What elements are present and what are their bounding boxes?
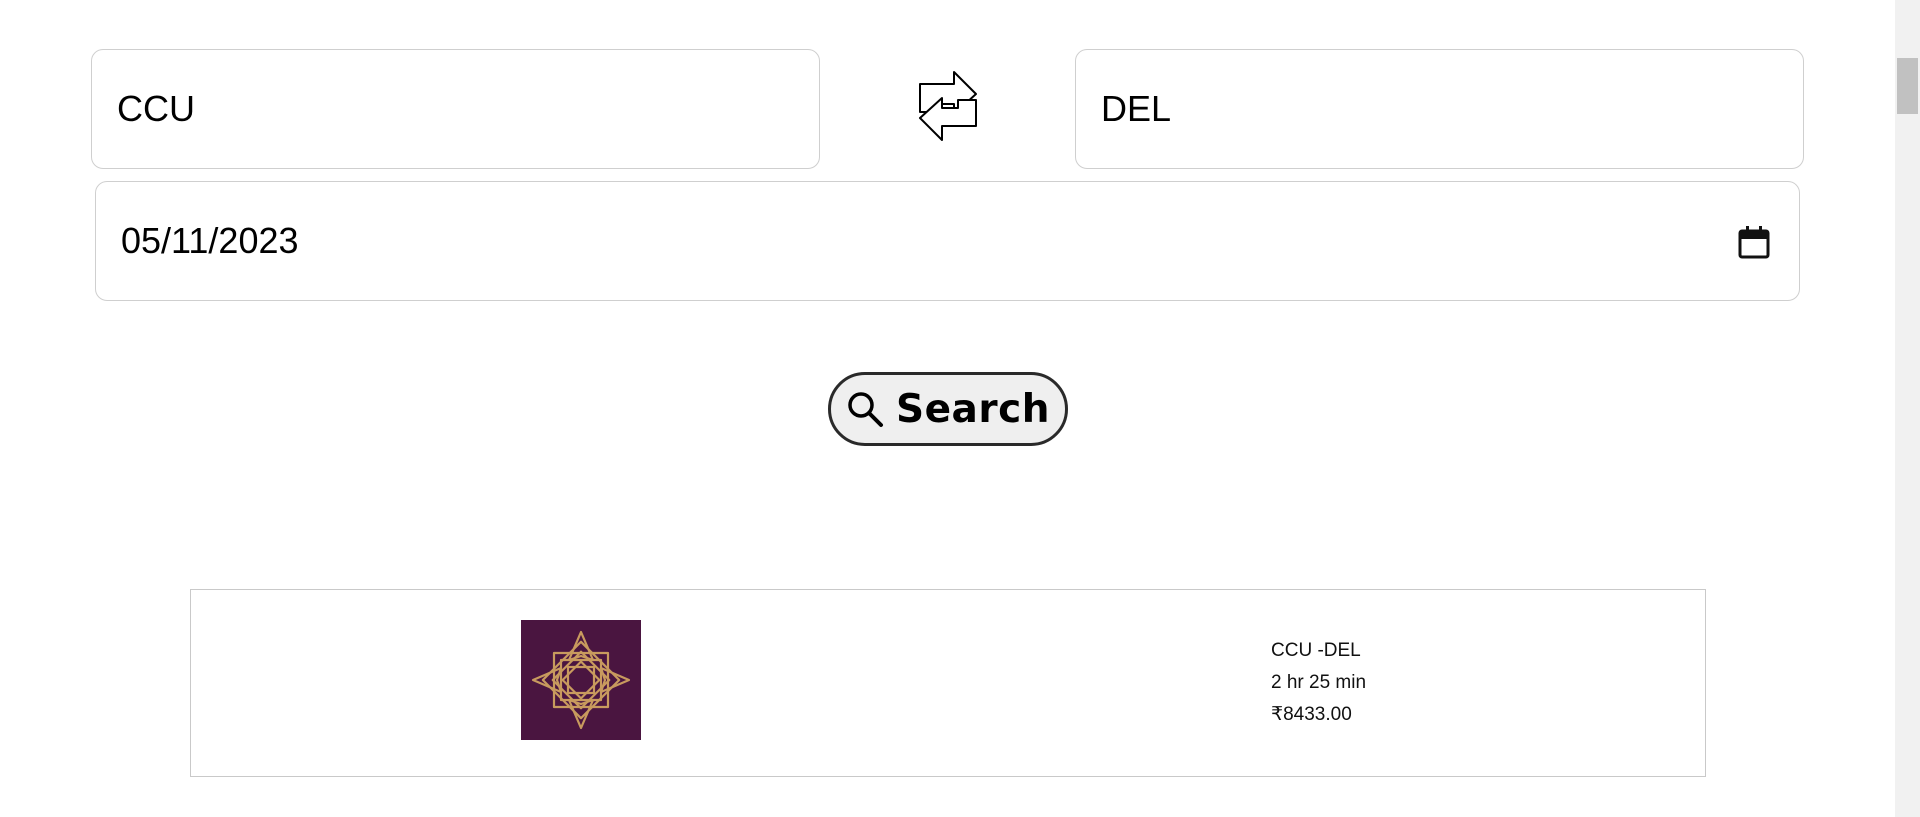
scrollbar-thumb[interactable] (1897, 58, 1918, 114)
flight-duration: 2 hr 25 min (1271, 672, 1367, 693)
airline-logo-emblem (531, 630, 631, 730)
destination-input[interactable]: DEL (1075, 49, 1804, 169)
flight-price: ₹8433.00 (1271, 704, 1352, 725)
swap-button[interactable] (912, 68, 984, 144)
date-input[interactable]: 05/11/2023 (95, 181, 1800, 301)
date-value: 05/11/2023 (121, 220, 299, 261)
origin-input[interactable]: CCU (91, 49, 820, 169)
airline-logo (521, 620, 641, 740)
origin-value: CCU (117, 88, 195, 129)
search-button-label: Search (896, 386, 1050, 432)
search-button[interactable]: Search (828, 372, 1068, 446)
flight-result-card[interactable]: CCU -DEL 2 hr 25 min ₹8433.00 (190, 589, 1706, 777)
vertical-scrollbar[interactable] (1895, 0, 1920, 817)
flight-route: CCU -DEL (1271, 640, 1361, 661)
swap-arrows-icon (919, 71, 977, 141)
flight-info: CCU -DEL 2 hr 25 min ₹8433.00 (1271, 635, 1366, 731)
destination-value: DEL (1101, 88, 1172, 129)
calendar-icon[interactable] (1737, 224, 1771, 260)
page: CCU DEL 05/11/2023 Search CCU -DEL 2 hr … (0, 0, 1895, 817)
search-icon (848, 392, 883, 427)
